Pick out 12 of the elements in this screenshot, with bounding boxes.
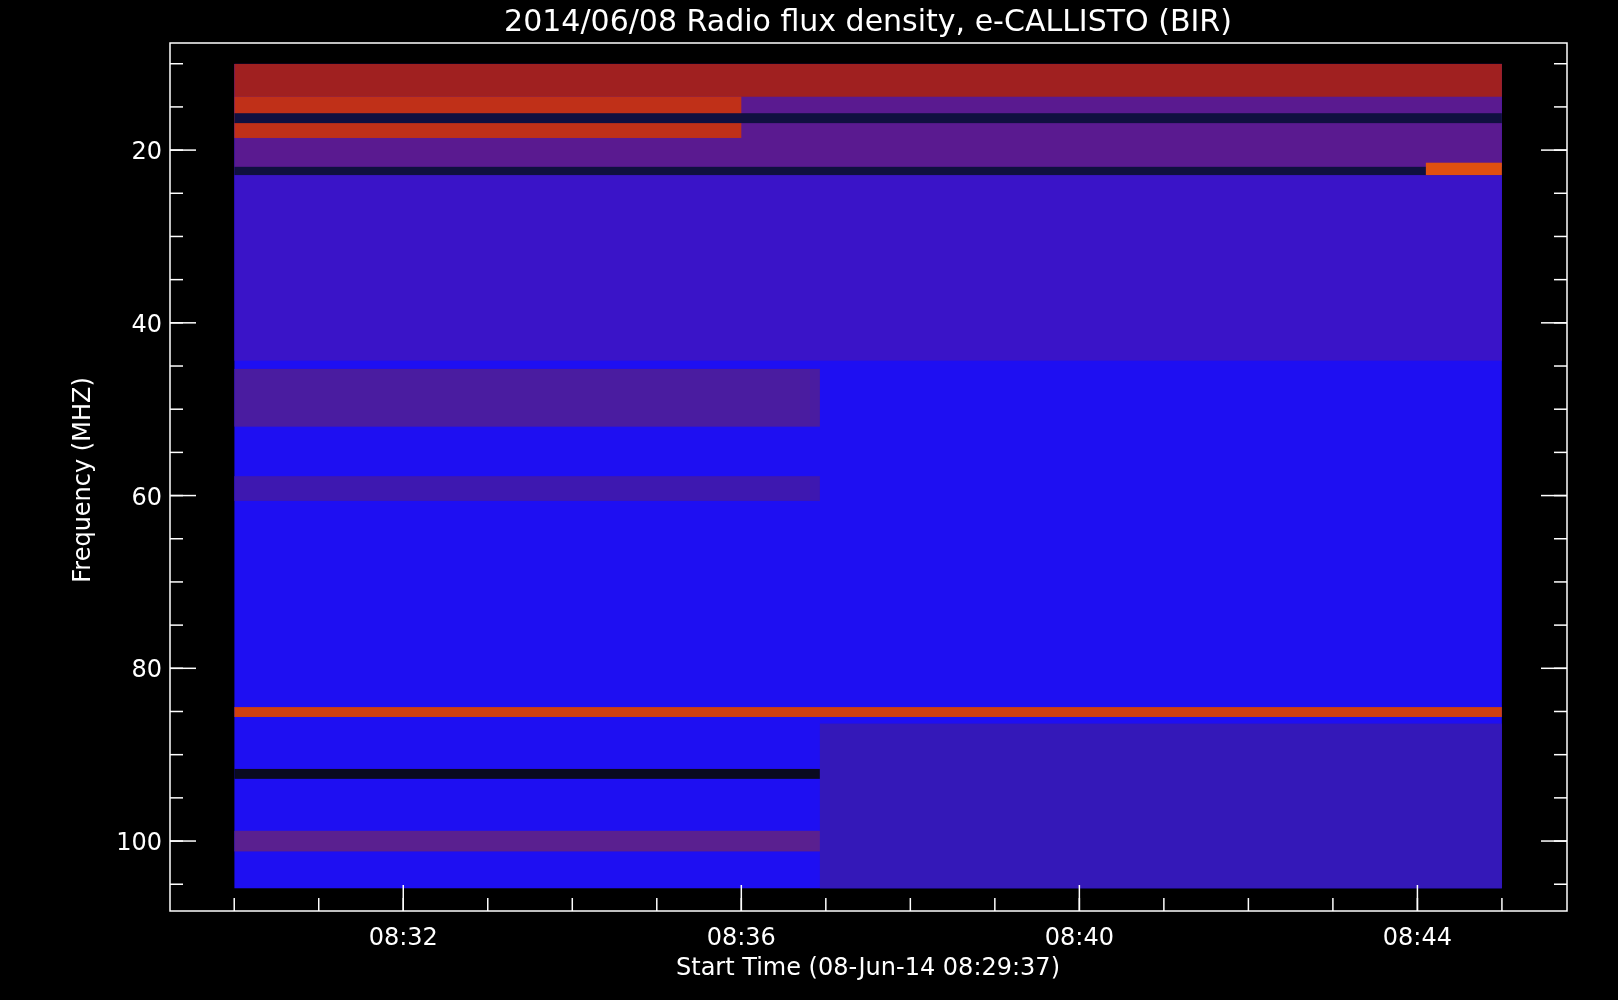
axis-label: Start Time (08-Jun-14 08:29:37)	[676, 953, 1060, 981]
tick-label: 08:44	[1382, 923, 1452, 951]
axis-label: Frequency (MHZ)	[68, 377, 96, 583]
tick-label: 60	[131, 482, 162, 511]
tick-label: 08:32	[368, 923, 438, 951]
tick-label: 80	[131, 655, 162, 684]
chart-title: 2014/06/08 Radio flux density, e-CALLISTO (BIR)	[504, 3, 1232, 38]
tick-label: 08:36	[706, 923, 776, 951]
tick-label: 40	[131, 309, 162, 338]
tick-label: 20	[131, 137, 162, 166]
tick-label: 08:40	[1044, 923, 1114, 951]
tick-label: 100	[116, 828, 162, 857]
